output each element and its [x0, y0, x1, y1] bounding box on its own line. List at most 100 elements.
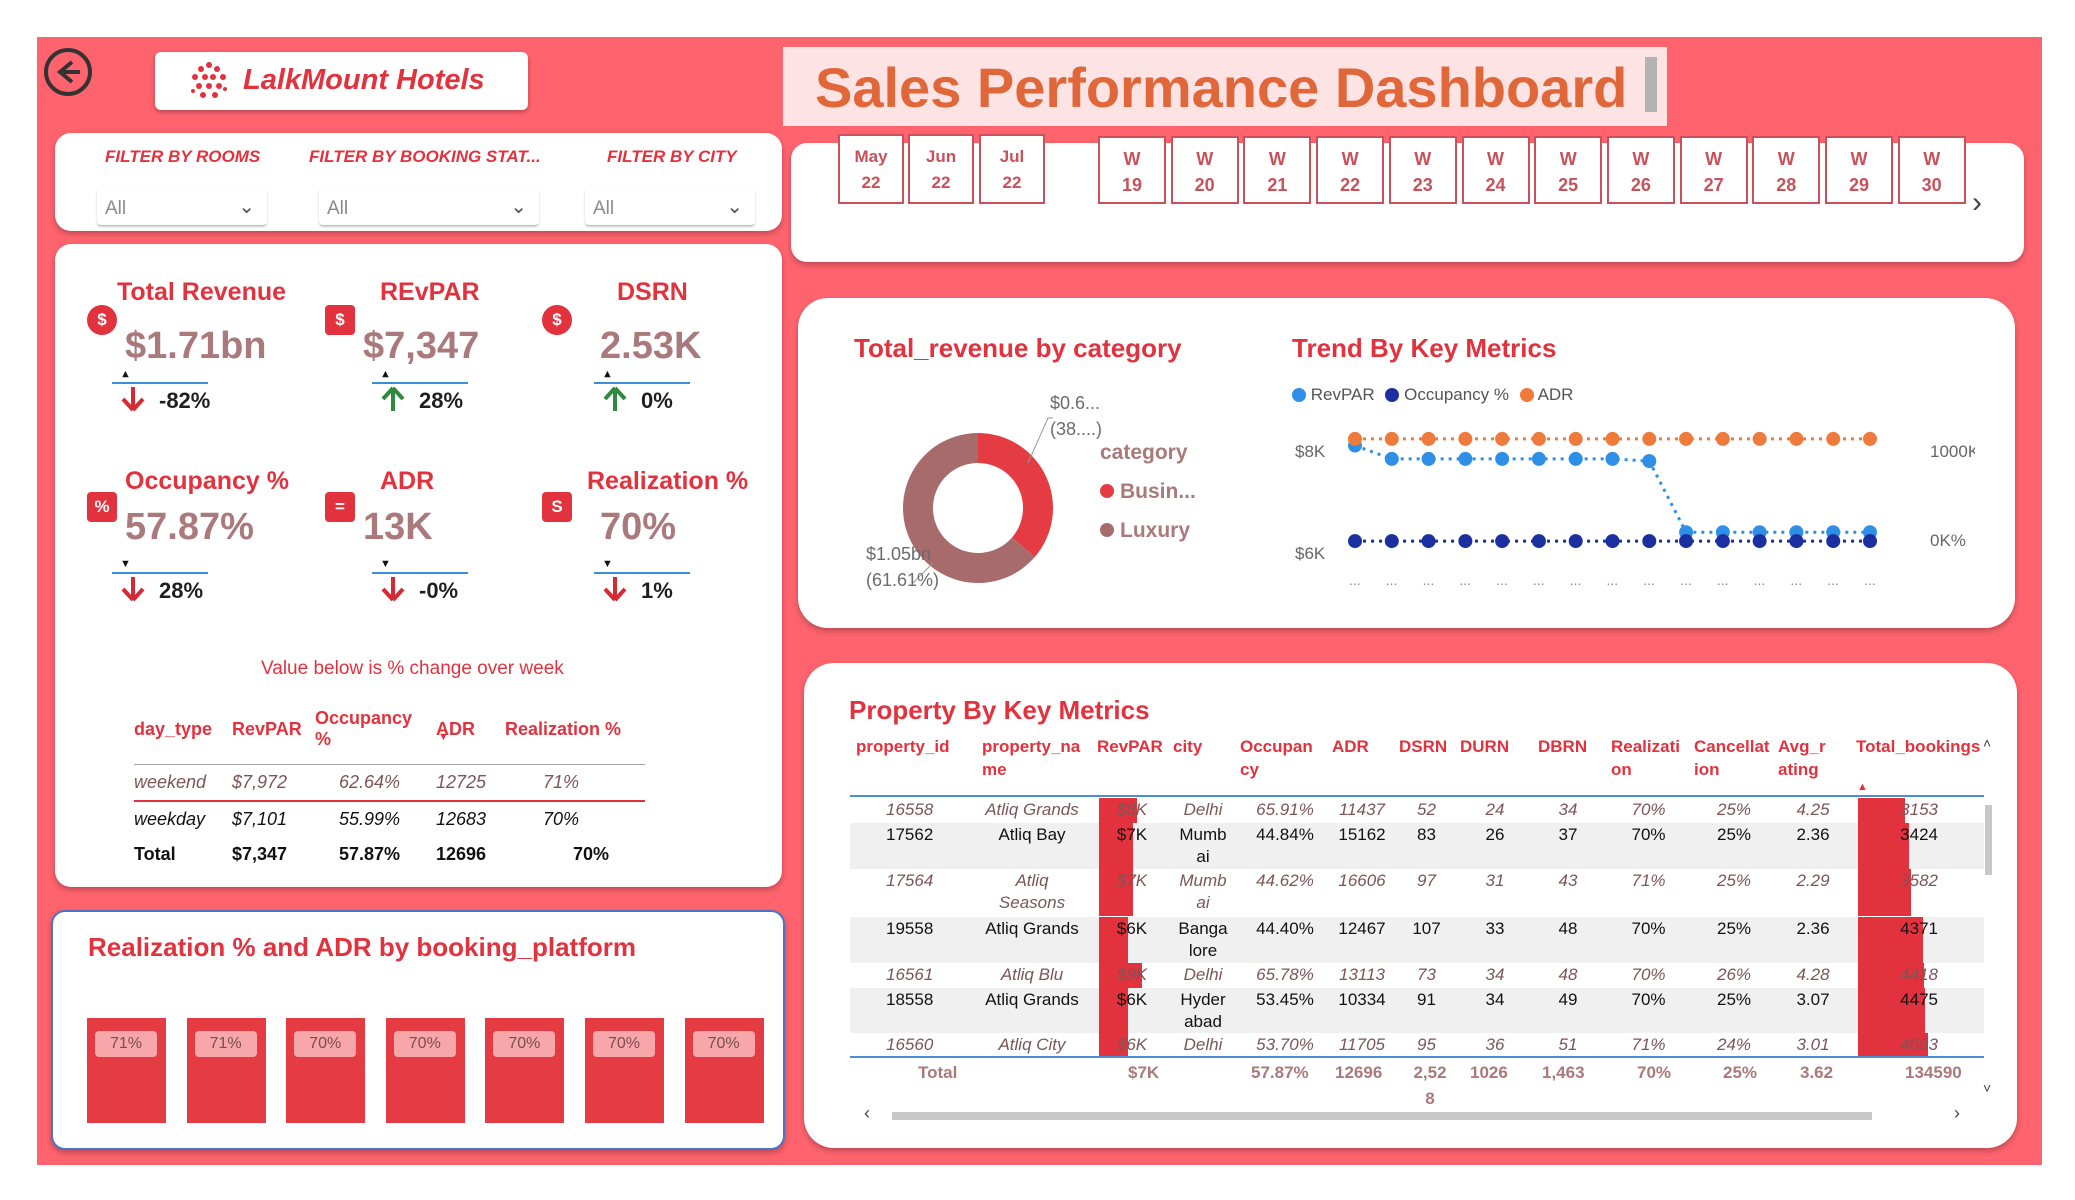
scroll-left-icon[interactable]: ‹: [864, 1103, 870, 1124]
series-point[interactable]: [1605, 451, 1620, 466]
table-row[interactable]: 17562 Atliq Bay $7K Mumb ai 44.84% 15162 83 26 37…: [850, 823, 1984, 870]
series-point[interactable]: [1568, 451, 1583, 466]
table-column-header[interactable]: Avg_r ating: [1778, 735, 1848, 781]
table-row[interactable]: 16560 Atliq City $6K Delhi 53.70% 11705 95 36 51…: [850, 1033, 1984, 1058]
table-row[interactable]: weekend $7,972 62.64% 12725 71%: [134, 764, 645, 801]
month-button[interactable]: Jun 22: [908, 134, 974, 204]
week-button[interactable]: W 28: [1752, 136, 1821, 204]
scrollbar-thumb[interactable]: [892, 1112, 1872, 1120]
series-point[interactable]: [1348, 431, 1362, 446]
series-point[interactable]: [1384, 534, 1399, 549]
table-column-header[interactable]: Occupan cy: [1240, 735, 1330, 781]
realization-bar[interactable]: 70%: [485, 1018, 565, 1123]
series-point[interactable]: [1863, 431, 1877, 446]
table-column-header[interactable]: city: [1173, 735, 1233, 758]
scrollbar-thumb[interactable]: [1985, 805, 1992, 875]
realization-bar[interactable]: 70%: [286, 1018, 366, 1123]
table-scrollbar-horizontal[interactable]: ‹ ›: [862, 1103, 1972, 1123]
filter-rooms-dropdown[interactable]: All ⌄: [97, 188, 267, 226]
series-point[interactable]: [1642, 454, 1657, 469]
legend-item-adr[interactable]: ADR: [1519, 385, 1573, 404]
series-point[interactable]: [1752, 431, 1767, 446]
filter-booking-status-dropdown[interactable]: All ⌄: [319, 188, 539, 226]
series-point[interactable]: [1605, 431, 1620, 446]
series-point[interactable]: [1421, 451, 1436, 466]
chevron-right-icon[interactable]: ›: [1972, 186, 1982, 220]
col-day-type[interactable]: day_type: [134, 708, 232, 765]
series-point[interactable]: [1679, 431, 1694, 446]
week-button[interactable]: W 27: [1679, 136, 1748, 204]
scroll-down-icon[interactable]: ˅: [1983, 1080, 1991, 1096]
table-column-header[interactable]: Cancellat ion: [1694, 735, 1774, 781]
table-column-header[interactable]: Realizati on: [1611, 735, 1686, 781]
realization-bar[interactable]: 70%: [385, 1018, 465, 1123]
series-point[interactable]: [1863, 534, 1877, 549]
week-button[interactable]: W 20: [1170, 136, 1239, 204]
filter-city-dropdown[interactable]: All ⌄: [585, 188, 755, 226]
series-point[interactable]: [1458, 431, 1473, 446]
month-button[interactable]: Jul 22: [979, 134, 1045, 204]
scroll-up-icon[interactable]: ˄: [1983, 735, 1991, 751]
series-point[interactable]: [1458, 451, 1473, 466]
week-button[interactable]: W 21: [1243, 136, 1312, 204]
week-button[interactable]: W 22: [1316, 136, 1385, 204]
series-point[interactable]: [1348, 534, 1362, 549]
donut-slice[interactable]: [978, 433, 1053, 558]
scroll-right-icon[interactable]: ›: [1954, 1103, 1960, 1124]
series-point[interactable]: [1642, 431, 1657, 446]
series-point[interactable]: [1531, 451, 1546, 466]
table-row[interactable]: 16561 Atliq Blu $9K Delhi 65.78% 13113 73 34 48 7…: [850, 963, 1984, 988]
series-point[interactable]: [1384, 431, 1399, 446]
legend-item-revpar[interactable]: RevPAR: [1292, 385, 1375, 404]
col-realization[interactable]: Realization %: [505, 708, 645, 765]
donut-legend-item-business[interactable]: Busin...: [1100, 472, 1196, 511]
table-column-header[interactable]: ADR: [1332, 735, 1392, 758]
series-point[interactable]: [1568, 431, 1583, 446]
series-point[interactable]: [1495, 451, 1510, 466]
series-point[interactable]: [1789, 534, 1804, 549]
table-column-header[interactable]: Total_bookings: [1856, 735, 1986, 758]
week-button[interactable]: W 26: [1606, 136, 1675, 204]
table-row[interactable]: 17564 Atliq Seasons $7K Mumb ai 44.62% 16606 97 3…: [850, 869, 1984, 916]
week-button[interactable]: W 30: [1897, 136, 1966, 204]
table-column-header[interactable]: RevPAR: [1097, 735, 1167, 758]
series-point[interactable]: [1421, 534, 1436, 549]
realization-bar[interactable]: 70%: [684, 1018, 764, 1123]
table-column-header[interactable]: DSRN: [1399, 735, 1454, 758]
table-row[interactable]: 19558 Atliq Grands $6K Banga lore 44.40% 12467…: [850, 917, 1984, 964]
series-point[interactable]: [1568, 534, 1583, 549]
back-button[interactable]: [44, 48, 92, 96]
series-point[interactable]: [1752, 534, 1767, 549]
series-point[interactable]: [1605, 534, 1620, 549]
table-row[interactable]: 16558 Atliq Grands $8K Delhi 65.91% 11437 52 24…: [850, 798, 1984, 823]
table-row[interactable]: weekday $7,101 55.99% 12683 70%: [134, 801, 645, 837]
week-button[interactable]: W 25: [1534, 136, 1603, 204]
series-point[interactable]: [1826, 534, 1841, 549]
series-point[interactable]: [1826, 431, 1841, 446]
table-column-header[interactable]: DURN: [1460, 735, 1530, 758]
table-column-header[interactable]: property_id: [856, 735, 966, 758]
month-button[interactable]: May 22: [838, 134, 904, 204]
col-occupancy[interactable]: Occupancy %: [315, 708, 436, 765]
col-adr[interactable]: ADR ▼: [436, 708, 505, 765]
col-revpar[interactable]: RevPAR: [232, 708, 315, 765]
series-point[interactable]: [1789, 431, 1804, 446]
series-point[interactable]: [1384, 451, 1399, 466]
table-column-header[interactable]: property_na me: [982, 735, 1082, 781]
series-point[interactable]: [1715, 431, 1730, 446]
week-button[interactable]: W 24: [1461, 136, 1530, 204]
series-point[interactable]: [1531, 431, 1546, 446]
week-button[interactable]: W 29: [1825, 136, 1893, 204]
realization-bar[interactable]: 70%: [585, 1018, 664, 1123]
series-point[interactable]: [1531, 534, 1546, 549]
table-column-header[interactable]: DBRN: [1538, 735, 1598, 758]
donut-legend-item-luxury[interactable]: Luxury: [1100, 511, 1196, 550]
series-point[interactable]: [1495, 534, 1510, 549]
series-point[interactable]: [1679, 534, 1694, 549]
series-point[interactable]: [1495, 431, 1510, 446]
realization-bar[interactable]: 71%: [87, 1018, 166, 1123]
series-point[interactable]: [1421, 431, 1436, 446]
realization-bar[interactable]: 71%: [186, 1018, 266, 1123]
week-button[interactable]: W 19: [1098, 136, 1166, 204]
legend-item-occupancy[interactable]: Occupancy %: [1385, 385, 1509, 404]
